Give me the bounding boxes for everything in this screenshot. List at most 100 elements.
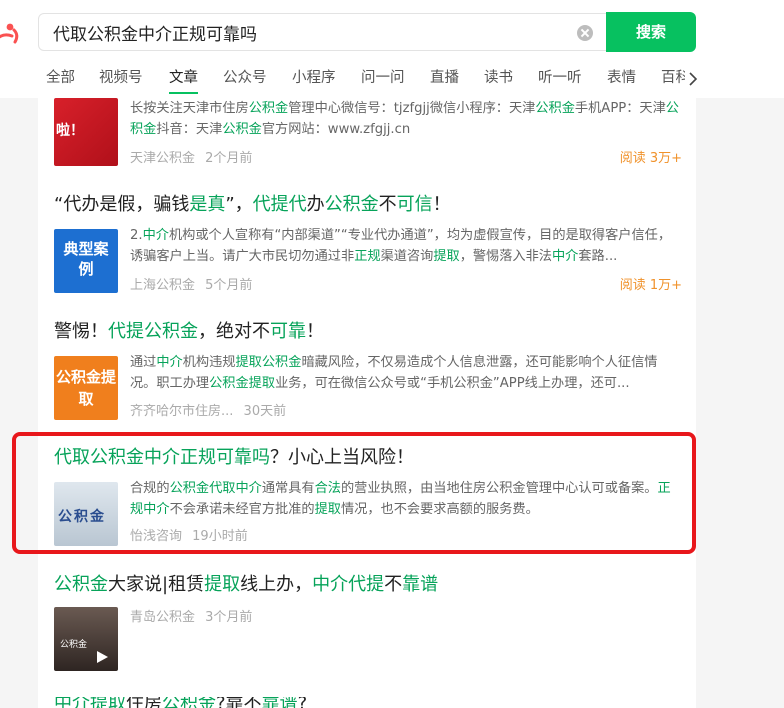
text-segment: ?靠不 [216, 697, 262, 708]
keyword-highlight: 中介 [142, 228, 169, 243]
tab-stickers[interactable]: 表情 [607, 68, 636, 94]
text-segment: 套路... [578, 249, 618, 264]
text-segment: 住房 [126, 697, 162, 708]
search-button[interactable]: 搜索 [606, 12, 696, 52]
thumbnail-text: 典型案例 [63, 240, 109, 278]
text-segment: 大家说|租赁 [108, 574, 205, 595]
keyword-highlight: 公积金 [162, 697, 216, 708]
result-source[interactable]: 齐齐哈尔市住房... [130, 404, 233, 419]
text-segment: 长按关注天津市住房 [130, 101, 249, 116]
clear-icon[interactable] [577, 25, 593, 41]
tab-ask[interactable]: 问一问 [361, 68, 405, 94]
keyword-highlight: 提取 [433, 249, 460, 264]
tab-listen[interactable]: 听一听 [538, 68, 582, 94]
result-meta: 天津公积金 2个月前 [130, 147, 258, 166]
search-box[interactable] [38, 13, 608, 51]
keyword-highlight: 中介 [156, 355, 183, 370]
annotation-highlight-box [12, 432, 696, 554]
text-segment: ”， [225, 194, 253, 215]
keyword-highlight: 提取公积金 [235, 355, 302, 370]
result-thumbnail[interactable]: 典型案例 [54, 229, 118, 293]
result-title[interactable]: 公积金大家说|租赁提取线上办，中介代提不靠谱 [54, 573, 684, 597]
text-segment: 不 [384, 574, 403, 595]
play-icon[interactable] [94, 649, 110, 665]
text-segment: 2. [130, 228, 143, 243]
result-time: 2个月前 [205, 151, 253, 166]
result-title[interactable]: 中介提取住房公积金?靠不靠谱? [54, 697, 684, 708]
result-source[interactable]: 青岛公积金 [130, 610, 195, 625]
text-segment: 不 [378, 194, 397, 215]
result-snippet: 通过中介机构违规提取公积金暗藏风险，不仅易造成个人信息泄露，还可能影响个人征信情… [130, 352, 680, 394]
result-time: 3个月前 [205, 610, 253, 625]
tab-live[interactable]: 直播 [430, 68, 459, 94]
result-meta: 齐齐哈尔市住房... 30天前 [130, 400, 292, 419]
keyword-highlight: 靠谱 [261, 697, 298, 708]
text-segment: 渠道咨询 [380, 249, 434, 264]
keyword-highlight: 靠谱 [402, 574, 439, 595]
result-time: 30天前 [243, 404, 287, 419]
thumbnail-text: 啦！ [56, 123, 84, 139]
search-input[interactable] [53, 14, 573, 50]
result-item[interactable]: 中介提取住房公积金?靠不靠谱? [54, 697, 684, 708]
keyword-highlight: 代提公积金 [108, 321, 198, 342]
result-thumbnail[interactable]: 啦！ [54, 98, 118, 166]
text-segment: 线上办， [240, 574, 313, 595]
text-segment: ? [297, 697, 308, 708]
keyword-highlight: 公积金 [222, 122, 262, 137]
text-segment: 机构违规 [182, 355, 236, 370]
tab-wiki[interactable]: 百科 [661, 68, 685, 94]
chevron-right-icon[interactable] [686, 70, 700, 88]
keyword-highlight: 公积金提取 [209, 376, 276, 391]
text-segment: 手机APP：天津 [574, 101, 666, 116]
keyword-highlight: 公积金 [248, 101, 289, 116]
result-reads: 阅读 3万+ [619, 151, 682, 166]
keyword-highlight: 可信 [396, 194, 433, 215]
tab-articles[interactable]: 文章 [169, 68, 198, 94]
thumbnail-text: 公积金提取 [56, 368, 117, 408]
text-segment: 警惕！ [54, 321, 108, 342]
result-item[interactable]: “代办是假，骗钱是真”，代提代办公积金不可信！ 典型案例 2.中介机构或个人宣称… [54, 193, 684, 303]
keyword-highlight: 公积金 [535, 101, 575, 116]
keyword-highlight: 中介 [552, 249, 579, 264]
tab-mini-programs[interactable]: 小程序 [292, 68, 336, 94]
tab-channels[interactable]: 视频号 [99, 68, 143, 94]
result-thumbnail[interactable]: 公积金提取 [54, 356, 118, 420]
keyword-highlight: 公积金 [324, 194, 379, 215]
result-source[interactable]: 天津公积金 [130, 151, 195, 166]
result-item[interactable]: 啦！ 长按关注天津市住房公积金管理中心微信号：tjzfgjj微信小程序：天津公积… [54, 98, 684, 168]
text-segment: 办 [306, 194, 325, 215]
keyword-highlight: 中介代提 [312, 574, 385, 595]
text-segment: 官方网站：www.zfgjj.cn [261, 122, 411, 137]
text-segment: ，绝对不 [198, 321, 270, 342]
result-item[interactable]: 公积金大家说|租赁提取线上办，中介代提不靠谱 公积金 青岛公积金 3个月前 [54, 573, 684, 673]
text-segment: ！ [432, 194, 451, 215]
result-item[interactable]: 警惕！代提公积金，绝对不可靠！ 公积金提取 通过中介机构违规提取公积金暗藏风险，… [54, 320, 684, 430]
result-title[interactable]: 警惕！代提公积金，绝对不可靠！ [54, 320, 684, 344]
tab-all[interactable]: 全部 [46, 68, 75, 94]
text-segment: 业务，可在微信公众号或“手机公积金”APP线上办理，还可... [275, 376, 630, 391]
text-segment: “代办是假，骗钱 [54, 194, 190, 215]
keyword-highlight: 公积金 [54, 574, 108, 595]
tab-official-accounts[interactable]: 公众号 [223, 68, 267, 94]
result-snippet: 2.中介机构或个人宣称有“内部渠道”“专业代办通道”，均为虚假宣传，目的是取得客… [130, 225, 680, 267]
result-reads: 阅读 1万+ [619, 278, 682, 293]
text-segment: ！ [306, 321, 324, 342]
keyword-highlight: 代提代 [252, 194, 307, 215]
result-meta: 青岛公积金 3个月前 [130, 606, 258, 625]
keyword-highlight: 可靠 [270, 321, 306, 342]
text-segment: 通过 [130, 355, 157, 370]
keyword-highlight: 是真 [189, 194, 226, 215]
result-snippet: 长按关注天津市住房公积金管理中心微信号：tjzfgjj微信小程序：天津公积金手机… [130, 98, 680, 140]
keyword-highlight: 提取 [204, 574, 241, 595]
result-title[interactable]: “代办是假，骗钱是真”，代提代办公积金不可信！ [54, 193, 684, 217]
top-bar: 搜索 全部 视频号 文章 公众号 小程序 问一问 直播 读书 听一听 表情 百科 [0, 0, 784, 98]
result-thumbnail[interactable]: 公积金 [54, 607, 118, 671]
thumbnail-text: 公积金 [60, 640, 88, 650]
text-segment: ，警惕落入非法 [459, 249, 552, 264]
text-segment: 抖音：天津 [156, 122, 223, 137]
result-time: 5个月前 [205, 278, 253, 293]
keyword-highlight: 中介提取 [54, 697, 126, 708]
tab-books[interactable]: 读书 [484, 68, 513, 94]
result-source[interactable]: 上海公积金 [130, 278, 195, 293]
text-segment: 管理中心微信号：tjzfgjj微信小程序：天津 [288, 101, 536, 116]
